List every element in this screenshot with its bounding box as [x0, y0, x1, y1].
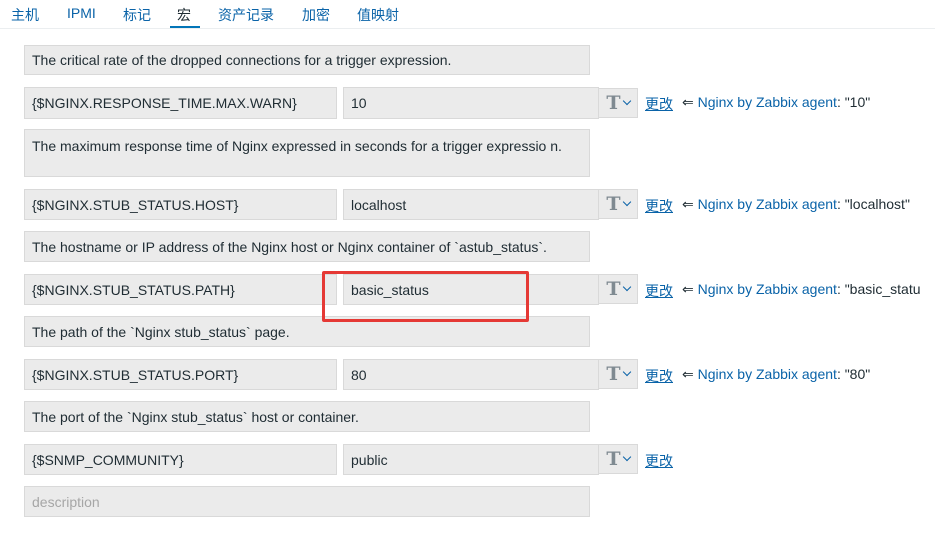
text-type-icon: T [606, 362, 621, 385]
inherited-from: ⇐ Nginx by Zabbix agent: "10" [682, 94, 870, 111]
tab-inventory[interactable]: 资产记录 [218, 5, 274, 25]
macro-name-field[interactable]: {$NGINX.STUB_STATUS.HOST} [24, 189, 337, 220]
macro-value-field[interactable]: localhost [343, 189, 599, 220]
macro-value-field[interactable]: 80 [343, 359, 599, 390]
chevron-down-icon [622, 96, 631, 106]
macro-description-field[interactable]: The critical rate of the dropped connect… [24, 45, 590, 75]
macro-type-dropdown[interactable]: T [598, 359, 638, 389]
tab-value-mapping[interactable]: 值映射 [357, 5, 399, 25]
revert-button[interactable]: 更改 [645, 196, 673, 216]
inherit-arrow-icon: ⇐ [682, 281, 694, 297]
tab-encryption[interactable]: 加密 [302, 5, 330, 25]
template-link[interactable]: Nginx by Zabbix agent [698, 196, 837, 212]
tab-bar: 主机 IPMI 标记 宏 资产记录 加密 值映射 [0, 0, 935, 30]
macro-type-dropdown[interactable]: T [598, 189, 638, 219]
text-type-icon: T [606, 447, 621, 470]
template-link[interactable]: Nginx by Zabbix agent [698, 94, 837, 110]
text-type-icon: T [606, 192, 621, 215]
macro-description-field[interactable]: The maximum response time of Nginx expre… [24, 129, 590, 177]
template-link[interactable]: Nginx by Zabbix agent [698, 366, 837, 382]
tab-ipmi[interactable]: IPMI [67, 5, 96, 21]
chevron-down-icon [622, 197, 631, 207]
text-type-icon: T [606, 91, 621, 114]
macro-name-field[interactable]: {$NGINX.STUB_STATUS.PORT} [24, 359, 337, 390]
macro-value-field[interactable]: 10 [343, 87, 599, 119]
inherit-arrow-icon: ⇐ [682, 94, 694, 110]
inherit-arrow-icon: ⇐ [682, 366, 694, 382]
chevron-down-icon [622, 452, 631, 462]
macro-name-field[interactable]: {$NGINX.RESPONSE_TIME.MAX.WARN} [24, 87, 337, 119]
tab-host[interactable]: 主机 [11, 5, 39, 25]
revert-button[interactable]: 更改 [645, 281, 673, 301]
template-value: : "10" [836, 94, 871, 110]
revert-button[interactable]: 更改 [645, 366, 673, 386]
inherit-arrow-icon: ⇐ [682, 196, 694, 212]
revert-button[interactable]: 更改 [645, 94, 673, 114]
chevron-down-icon [622, 282, 631, 292]
inherited-from: ⇐ Nginx by Zabbix agent: "localhost" [682, 196, 910, 213]
template-value: : "basic_statu [836, 281, 921, 297]
template-link[interactable]: Nginx by Zabbix agent [698, 281, 837, 297]
macro-name-field[interactable]: {$NGINX.STUB_STATUS.PATH} [24, 274, 337, 305]
macro-type-dropdown[interactable]: T [598, 274, 638, 304]
revert-button[interactable]: 更改 [645, 451, 673, 471]
inherited-from: ⇐ Nginx by Zabbix agent: "80" [682, 366, 870, 383]
tab-bar-divider [0, 28, 935, 29]
macro-name-field[interactable]: {$SNMP_COMMUNITY} [24, 444, 337, 475]
macro-description-field[interactable]: The hostname or IP address of the Nginx … [24, 231, 590, 262]
macro-value-field[interactable]: public [343, 444, 599, 475]
template-value: : "localhost" [836, 196, 910, 212]
tab-tags[interactable]: 标记 [123, 5, 151, 25]
macro-description-field[interactable]: The port of the `Nginx stub_status` host… [24, 401, 590, 432]
macro-type-dropdown[interactable]: T [598, 444, 638, 474]
inherited-from: ⇐ Nginx by Zabbix agent: "basic_statu [682, 281, 921, 298]
macro-description-field[interactable]: description [24, 486, 590, 517]
chevron-down-icon [622, 367, 631, 377]
tab-macros[interactable]: 宏 [177, 5, 191, 25]
macro-type-dropdown[interactable]: T [598, 88, 638, 118]
annotation-highlight-box [322, 271, 529, 322]
template-value: : "80" [836, 366, 871, 382]
text-type-icon: T [606, 277, 621, 300]
